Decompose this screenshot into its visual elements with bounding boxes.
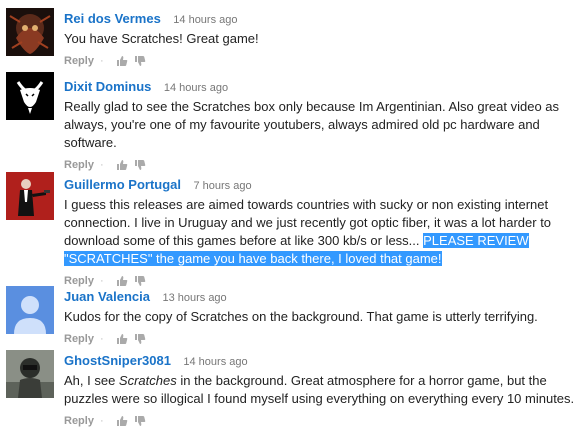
- comment-actions: Reply ·: [64, 51, 576, 71]
- comment-text: Ah, I see Scratches in the background. G…: [64, 372, 576, 408]
- timestamp[interactable]: 13 hours ago: [162, 292, 226, 304]
- comment-text: You have Scratches! Great game!: [64, 31, 259, 46]
- timestamp[interactable]: 14 hours ago: [164, 82, 228, 94]
- thumbs-up-icon[interactable]: [116, 55, 128, 67]
- separator: ·: [99, 55, 104, 67]
- comment-text: I guess this releases are aimed towards …: [64, 196, 576, 268]
- avatar-image: [6, 72, 54, 120]
- avatar[interactable]: [6, 172, 54, 220]
- avatar[interactable]: [6, 8, 54, 56]
- default-user-icon: [6, 286, 54, 334]
- reply-button[interactable]: Reply: [64, 329, 94, 349]
- thumbs-down-icon[interactable]: [134, 159, 146, 171]
- author-name[interactable]: GhostSniper3081: [64, 353, 171, 368]
- thumbs-up-icon[interactable]: [116, 333, 128, 345]
- timestamp[interactable]: 7 hours ago: [193, 180, 251, 192]
- author-name[interactable]: Dixit Dominus: [64, 79, 151, 94]
- thumbs-down-icon[interactable]: [134, 415, 146, 427]
- comment-body: GhostSniper3081 14 hours ago Ah, I see S…: [64, 352, 576, 431]
- thumbs-down-icon[interactable]: [134, 333, 146, 345]
- avatar-image: [6, 8, 54, 56]
- reply-button[interactable]: Reply: [64, 155, 94, 175]
- timestamp[interactable]: 14 hours ago: [173, 14, 237, 26]
- avatar[interactable]: [6, 72, 54, 120]
- author-name[interactable]: Juan Valencia: [64, 289, 150, 304]
- comment-body: Dixit Dominus 14 hours ago Really glad t…: [64, 78, 576, 175]
- avatar-image: [6, 172, 54, 220]
- comment-text: Really glad to see the Scratches box onl…: [64, 99, 560, 150]
- separator: ·: [99, 333, 104, 345]
- separator: ·: [99, 415, 104, 427]
- comment-text-before: Ah, I see: [64, 373, 119, 388]
- separator: ·: [99, 159, 104, 171]
- reply-button[interactable]: Reply: [64, 51, 94, 71]
- author-name[interactable]: Guillermo Portugal: [64, 177, 181, 192]
- thumbs-down-icon[interactable]: [134, 275, 146, 287]
- thumbs-up-icon[interactable]: [116, 415, 128, 427]
- thumbs-down-icon[interactable]: [134, 55, 146, 67]
- comment-list: Rei dos Vermes 14 hours ago You have Scr…: [0, 0, 582, 431]
- comment-actions: Reply ·: [64, 411, 576, 431]
- comment-body: Rei dos Vermes 14 hours ago You have Scr…: [64, 10, 576, 71]
- comment-body: Guillermo Portugal 7 hours ago I guess t…: [64, 176, 576, 291]
- game-title-italic: Scratches: [118, 373, 177, 388]
- timestamp[interactable]: 14 hours ago: [183, 356, 247, 368]
- thumbs-up-icon[interactable]: [116, 159, 128, 171]
- comment-text: Kudos for the copy of Scratches on the b…: [64, 309, 538, 324]
- avatar[interactable]: [6, 286, 54, 334]
- reply-button[interactable]: Reply: [64, 411, 94, 431]
- thumbs-up-icon[interactable]: [116, 275, 128, 287]
- author-name[interactable]: Rei dos Vermes: [64, 11, 161, 26]
- avatar[interactable]: [6, 350, 54, 398]
- comment-actions: Reply ·: [64, 155, 576, 175]
- avatar-image: [6, 350, 54, 398]
- comment-body: Juan Valencia 13 hours ago Kudos for the…: [64, 288, 576, 349]
- comment-actions: Reply ·: [64, 329, 576, 349]
